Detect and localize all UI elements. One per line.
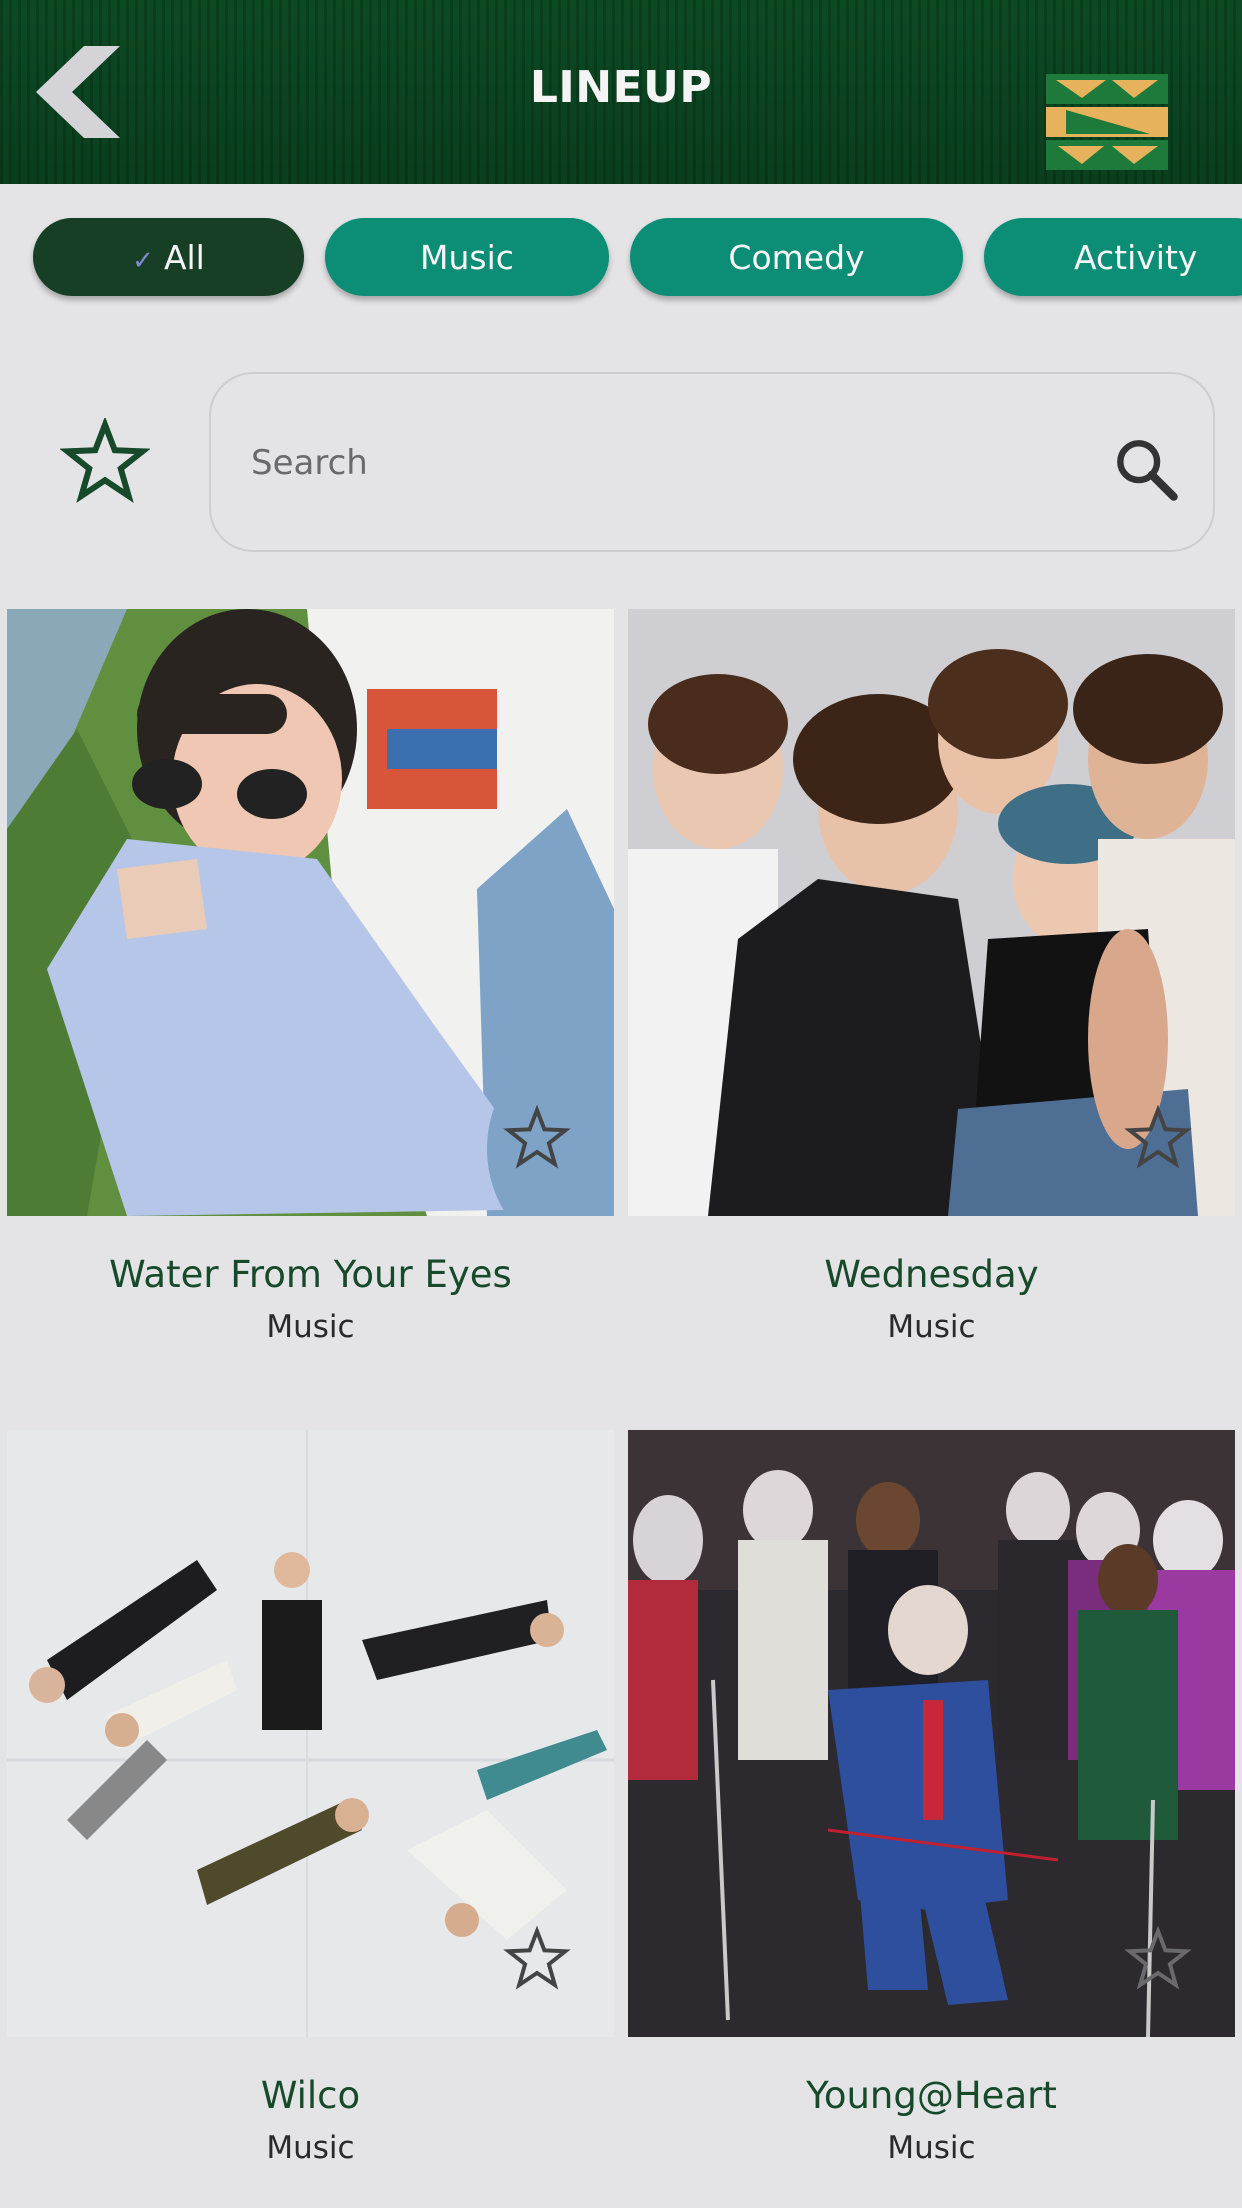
favorite-star-icon[interactable] xyxy=(1124,1105,1192,1173)
favorite-star-icon[interactable] xyxy=(1124,1926,1192,1994)
artist-card[interactable]: Water From Your Eyes Music xyxy=(7,609,614,1345)
filter-chip-label: Activity xyxy=(1074,237,1198,277)
artist-category: Music xyxy=(266,2130,355,2166)
search-bar xyxy=(209,372,1215,552)
favorites-filter-button[interactable] xyxy=(59,416,151,508)
filter-chip-activity[interactable]: Activity xyxy=(984,218,1242,296)
artist-card[interactable]: Wednesday Music xyxy=(628,609,1235,1345)
check-icon: ✓ xyxy=(132,246,154,276)
artist-name: Water From Your Eyes xyxy=(109,1253,512,1296)
filter-chip-comedy[interactable]: Comedy xyxy=(630,218,963,296)
artist-card[interactable]: Young@Heart Music xyxy=(628,1430,1235,2166)
artist-card[interactable]: Wilco Music xyxy=(7,1430,614,2166)
search-icon[interactable] xyxy=(1111,434,1181,504)
search-input[interactable] xyxy=(249,424,1053,502)
favorite-star-icon[interactable] xyxy=(503,1105,571,1173)
artist-category: Music xyxy=(887,1309,976,1345)
filter-chip-label: Comedy xyxy=(728,237,865,277)
festival-logo-icon xyxy=(1046,74,1168,170)
filter-chip-label: Music xyxy=(420,237,514,277)
filter-chip-all[interactable]: ✓ All xyxy=(33,218,304,296)
category-filter-bar: ✓ All Music Comedy Activity xyxy=(0,218,1242,298)
filter-chip-music[interactable]: Music xyxy=(325,218,609,296)
artist-photo xyxy=(7,609,614,1216)
app-header: LINEUP xyxy=(0,0,1242,184)
filter-chip-label: All xyxy=(163,237,205,277)
star-outline-icon xyxy=(59,416,151,504)
favorite-star-icon[interactable] xyxy=(503,1926,571,1994)
artist-photo xyxy=(628,1430,1235,2037)
artist-name: Wilco xyxy=(260,2074,361,2117)
artist-photo xyxy=(628,609,1235,1216)
artist-photo xyxy=(7,1430,614,2037)
artist-name: Young@Heart xyxy=(806,2074,1057,2117)
artist-category: Music xyxy=(266,1309,355,1345)
artist-category: Music xyxy=(887,2130,976,2166)
artist-name: Wednesday xyxy=(824,1253,1039,1296)
